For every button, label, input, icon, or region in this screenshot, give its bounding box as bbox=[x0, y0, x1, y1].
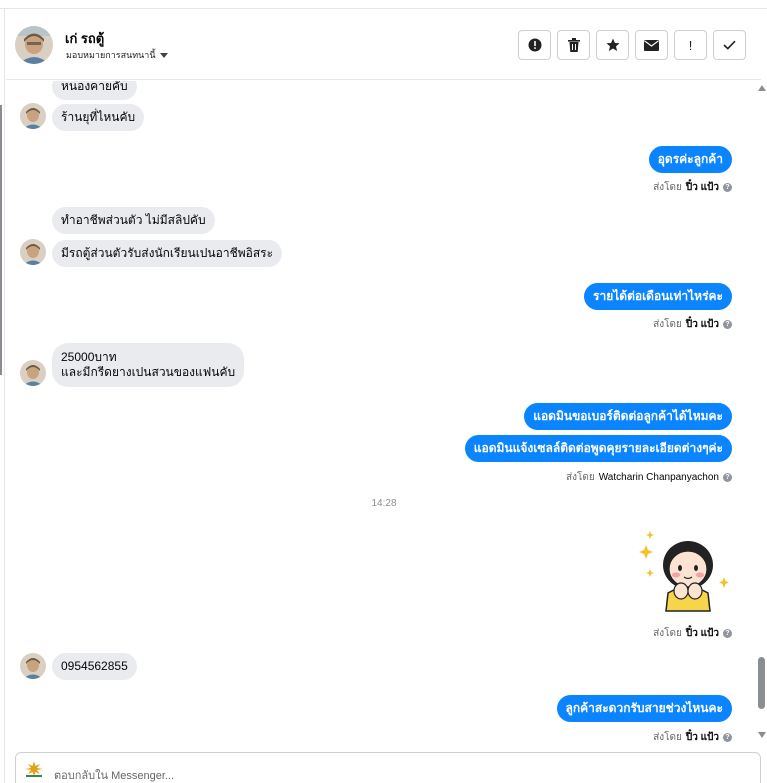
assign-dropdown[interactable]: มอบหมายการสนทนานี้ bbox=[66, 48, 168, 62]
reply-composer[interactable]: ตอบกลับใน Messenger... bbox=[15, 752, 761, 783]
contact-name: เก่ รถตู้ bbox=[65, 31, 105, 46]
star-icon bbox=[606, 38, 619, 51]
check-icon bbox=[723, 40, 736, 50]
reply-input-placeholder[interactable]: ตอบกลับใน Messenger... bbox=[54, 766, 174, 783]
mark-unread-button[interactable] bbox=[635, 30, 668, 60]
incoming-message: หนองคายคับ bbox=[52, 81, 137, 100]
contact-avatar-small bbox=[20, 103, 46, 129]
assign-label: มอบหมายการสนทนานี้ bbox=[66, 50, 156, 60]
message-line: 25000บาท bbox=[61, 350, 117, 364]
follow-up-button[interactable]: ! bbox=[674, 30, 707, 60]
scroll-thumb[interactable] bbox=[758, 657, 765, 709]
info-icon[interactable]: ? bbox=[723, 473, 732, 482]
sent-by-label: ส่งโดย Watcharin Chanpanyachon ? bbox=[566, 470, 732, 485]
incoming-message: ร้านยุที่ไหนคับ bbox=[52, 104, 145, 131]
chevron-down-icon bbox=[159, 53, 168, 58]
incoming-message-multiline: 25000บาท และมีกรีดยางเปนสวนของแฟนคับ bbox=[52, 343, 245, 387]
sender-name: Watcharin Chanpanyachon bbox=[598, 472, 719, 483]
sent-by-prefix: ส่งโดย bbox=[653, 182, 682, 193]
contact-avatar-small bbox=[20, 360, 46, 386]
top-edge bbox=[0, 0, 767, 9]
sent-by-label: ส่งโดย ปิ๋ว แป้ว ? bbox=[653, 626, 732, 641]
info-icon[interactable]: ? bbox=[723, 733, 732, 742]
conversation-toolbar: ! bbox=[518, 30, 746, 60]
girl-sticker bbox=[636, 527, 732, 613]
thread-scrollbar[interactable] bbox=[756, 81, 767, 749]
sent-by-prefix: ส่งโดย bbox=[566, 472, 595, 483]
message-thread[interactable]: หนองคายคับ ร้านยุที่ไหนคับ อุดรค่ะลูกค้า… bbox=[6, 81, 755, 749]
sent-by-prefix: ส่งโดย bbox=[653, 628, 682, 639]
envelope-icon bbox=[644, 39, 659, 51]
sent-by-prefix: ส่งโดย bbox=[653, 319, 682, 330]
trash-icon bbox=[567, 38, 580, 52]
contact-avatar-small bbox=[20, 239, 46, 265]
info-icon[interactable]: ? bbox=[723, 183, 732, 192]
contact-avatar[interactable] bbox=[15, 26, 53, 64]
sent-by-label: ส่งโดย ปิ๋ว แป้ว ? bbox=[653, 180, 732, 195]
incoming-message: ทำอาชีพส่วนตัว ไม่มีสลิปคับ bbox=[52, 207, 215, 234]
exclamation-icon: ! bbox=[688, 37, 693, 53]
contact-avatar-small bbox=[20, 653, 46, 679]
exclamation-circle-icon bbox=[528, 38, 541, 52]
info-icon[interactable]: ? bbox=[723, 320, 732, 329]
message-line: และมีกรีดยางเปนสวนของแฟนคับ bbox=[61, 365, 236, 379]
sender-name: ปิ๋ว แป้ว bbox=[685, 628, 719, 639]
sender-name: ปิ๋ว แป้ว bbox=[685, 182, 719, 193]
star-button[interactable] bbox=[596, 30, 629, 60]
incoming-message: มีรถตู้ส่วนตัวรับส่งนักเรียนเปนอาชีพอิสร… bbox=[52, 240, 283, 267]
left-edge bbox=[0, 9, 5, 783]
scroll-up-arrow-icon[interactable] bbox=[758, 85, 766, 91]
sent-by-label: ส่งโดย ปิ๋ว แป้ว ? bbox=[653, 317, 732, 332]
outgoing-message: อุดรค่ะลูกค้า bbox=[648, 146, 732, 173]
done-button[interactable] bbox=[713, 30, 746, 60]
scroll-down-arrow-icon[interactable] bbox=[758, 732, 766, 738]
outgoing-message: ลูกค้าสะดวกรับสายช่วงไหนคะ bbox=[556, 695, 732, 722]
sender-name: ปิ๋ว แป้ว bbox=[685, 732, 719, 743]
timestamp-divider: 14:28 bbox=[371, 498, 397, 509]
sent-by-prefix: ส่งโดย bbox=[653, 732, 682, 743]
delete-button[interactable] bbox=[557, 30, 590, 60]
conversation-header: เก่ รถตู้ มอบหมายการสนทนานี้ ! bbox=[6, 10, 761, 80]
info-icon[interactable]: ? bbox=[723, 629, 732, 638]
outgoing-message: แอดมินขอเบอร์ติดต่อลูกค้าได้ไหมคะ bbox=[524, 403, 732, 430]
incoming-message: 0954562855 bbox=[52, 653, 137, 680]
spam-button[interactable] bbox=[518, 30, 551, 60]
sender-name: ปิ๋ว แป้ว bbox=[685, 319, 719, 330]
left-scroll-mark bbox=[0, 105, 2, 375]
page-logo-icon bbox=[23, 760, 45, 778]
outgoing-message: แอดมินแจ้งเซลล์ติดต่อพูดคุยรายละเอียดต่า… bbox=[464, 435, 732, 462]
outgoing-message: รายได้ต่อเดือนเท่าไหร่คะ bbox=[584, 283, 732, 310]
sent-by-label: ส่งโดย ปิ๋ว แป้ว ? bbox=[653, 730, 732, 745]
